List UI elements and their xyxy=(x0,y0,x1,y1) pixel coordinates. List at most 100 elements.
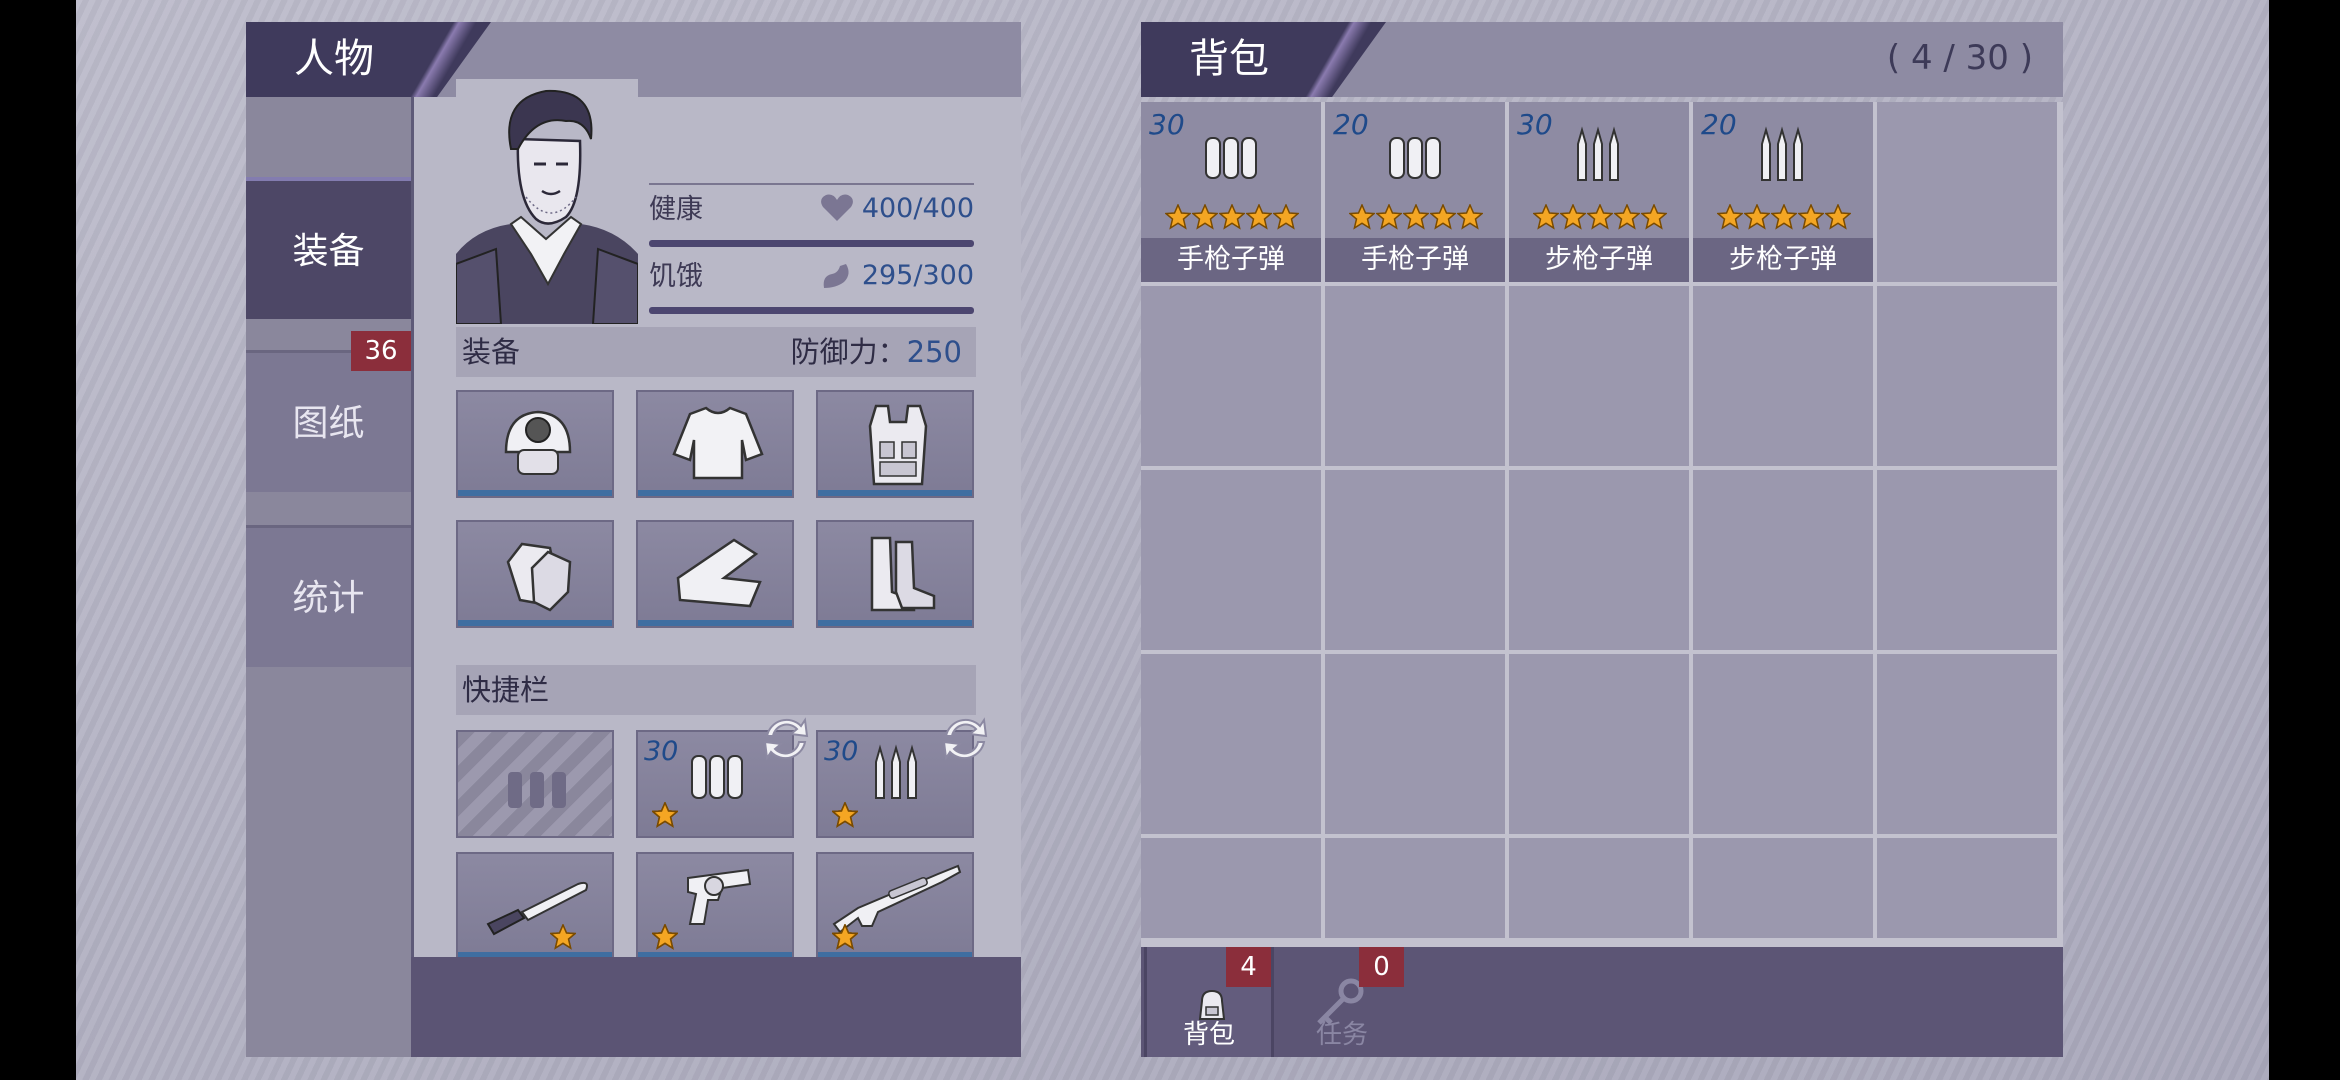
health-value: 400/400 xyxy=(861,193,974,224)
star-icon xyxy=(1457,204,1483,230)
item-name: 手枪子弹 xyxy=(1141,238,1321,282)
backpack-badge: 4 xyxy=(1226,947,1271,987)
item-stars xyxy=(1717,204,1852,230)
backpack-slot[interactable] xyxy=(1693,470,1873,650)
shirt-slot[interactable] xyxy=(636,390,794,498)
item-stars xyxy=(1165,204,1300,230)
stomach-icon xyxy=(823,264,849,288)
backpack-slot[interactable] xyxy=(1325,286,1505,466)
quickbar-slot-6[interactable] xyxy=(816,852,974,960)
swap-icon[interactable] xyxy=(936,710,994,768)
quickbar-slot-2-count: 30 xyxy=(644,736,679,767)
hunger-row: 饥饿 295/300 xyxy=(649,254,974,314)
character-portrait xyxy=(456,79,638,324)
star-icon xyxy=(1430,204,1456,230)
star-icon xyxy=(1376,204,1402,230)
backpack-slot[interactable] xyxy=(1141,838,1321,938)
gloves-icon xyxy=(506,542,572,612)
equipment-section-label: 装备 xyxy=(462,335,521,369)
backpack-panel: 背包 ( 4 / 30 ) 30 手枪子弹 20 手枪子弹 30 步枪子弹 20 步枪子弹 背… xyxy=(1141,22,2063,1057)
backpack-slot[interactable] xyxy=(1325,838,1505,938)
quickbar-slot-1[interactable] xyxy=(456,730,614,838)
backpack-slot[interactable]: 20 手枪子弹 xyxy=(1325,102,1505,282)
quickbar-slot-4[interactable] xyxy=(456,852,614,960)
backpack-slot[interactable] xyxy=(1509,838,1689,938)
vest-slot[interactable] xyxy=(816,390,974,498)
backpack-slot[interactable] xyxy=(1693,286,1873,466)
item-name: 手枪子弹 xyxy=(1325,238,1505,282)
backpack-slot[interactable] xyxy=(1877,286,2057,466)
star-icon xyxy=(1641,204,1667,230)
star-icon xyxy=(832,924,858,950)
backpack-slot[interactable] xyxy=(1509,654,1689,834)
item-name: 步枪子弹 xyxy=(1509,238,1689,282)
backpack-slot[interactable] xyxy=(1141,286,1321,466)
star-icon xyxy=(550,924,576,950)
backpack-slot[interactable] xyxy=(1877,102,2057,282)
star-icon xyxy=(1246,204,1272,230)
tab-equipment[interactable]: 装备 xyxy=(246,177,411,319)
backpack-slot[interactable] xyxy=(1693,654,1873,834)
shirt-icon xyxy=(672,406,764,480)
backpack-slot[interactable] xyxy=(1877,838,2057,938)
heart-icon xyxy=(821,194,853,221)
backpack-slot[interactable]: 20 步枪子弹 xyxy=(1693,102,1873,282)
tab-quests-label: 任务 xyxy=(1315,1020,1368,1050)
defense-value: 250 xyxy=(906,335,962,369)
gloves-slot[interactable] xyxy=(456,520,614,628)
backpack-slot[interactable]: 30 手枪子弹 xyxy=(1141,102,1321,282)
star-icon xyxy=(1192,204,1218,230)
item-stars xyxy=(1533,204,1668,230)
backpack-slot[interactable] xyxy=(1141,654,1321,834)
star-icon xyxy=(1798,204,1824,230)
star-icon xyxy=(1717,204,1743,230)
backpack-slot[interactable] xyxy=(1509,470,1689,650)
star-icon xyxy=(652,924,678,950)
backpack-bottom-bar: 背包 4 任务 0 xyxy=(1141,947,2063,1057)
backpack-slot[interactable] xyxy=(1693,838,1873,938)
boots-slot[interactable] xyxy=(816,520,974,628)
character-panel: 人物 装备 图纸 36 统计 健康 400/400 饥饿 295/300 装备 … xyxy=(246,22,1021,1057)
helmet-slot[interactable] xyxy=(456,390,614,498)
backpack-slot[interactable] xyxy=(1141,470,1321,650)
health-bar xyxy=(649,240,974,247)
hunger-label: 饥饿 xyxy=(649,261,703,292)
helmet-icon xyxy=(504,410,572,475)
tab-statistics[interactable]: 统计 xyxy=(246,525,411,667)
knife-icon xyxy=(486,881,588,936)
quickbar-slot-3-count: 30 xyxy=(824,736,859,767)
item-name: 步枪子弹 xyxy=(1693,238,1873,282)
character-bottom-bar xyxy=(411,957,1021,1057)
side-tabs: 装备 图纸 36 统计 xyxy=(246,97,411,1057)
star-icon xyxy=(1825,204,1851,230)
star-icon xyxy=(1587,204,1613,230)
item-count: 30 xyxy=(1149,108,1185,141)
health-label: 健康 xyxy=(649,194,703,225)
backpack-slot[interactable] xyxy=(1325,470,1505,650)
tab-blueprints[interactable]: 图纸 xyxy=(246,350,411,492)
item-count: 20 xyxy=(1333,108,1369,141)
hunger-bar xyxy=(649,307,974,314)
star-icon xyxy=(1165,204,1191,230)
ammo-slot-empty-icon xyxy=(508,772,566,808)
health-row: 健康 400/400 xyxy=(649,187,974,247)
star-icon xyxy=(1771,204,1797,230)
star-icon xyxy=(1273,204,1299,230)
star-icon xyxy=(832,802,858,828)
swap-icon[interactable] xyxy=(757,710,815,768)
quickbar-slot-5[interactable] xyxy=(636,852,794,960)
star-icon xyxy=(1533,204,1559,230)
star-icon xyxy=(1744,204,1770,230)
pants-slot[interactable] xyxy=(636,520,794,628)
star-icon xyxy=(1219,204,1245,230)
backpack-slot[interactable] xyxy=(1509,286,1689,466)
backpack-slot[interactable] xyxy=(1325,654,1505,834)
star-icon xyxy=(1614,204,1640,230)
blueprints-badge: 36 xyxy=(351,331,411,371)
defense-label: 防御力： xyxy=(790,335,907,369)
quickbar-section-bar: 快捷栏 xyxy=(456,665,976,715)
backpack-slot[interactable] xyxy=(1877,654,2057,834)
backpack-slot[interactable]: 30 步枪子弹 xyxy=(1509,102,1689,282)
backpack-slot[interactable] xyxy=(1877,470,2057,650)
backpack-grid: 30 手枪子弹 20 手枪子弹 30 步枪子弹 20 步枪子弹 xyxy=(1141,102,2063,962)
